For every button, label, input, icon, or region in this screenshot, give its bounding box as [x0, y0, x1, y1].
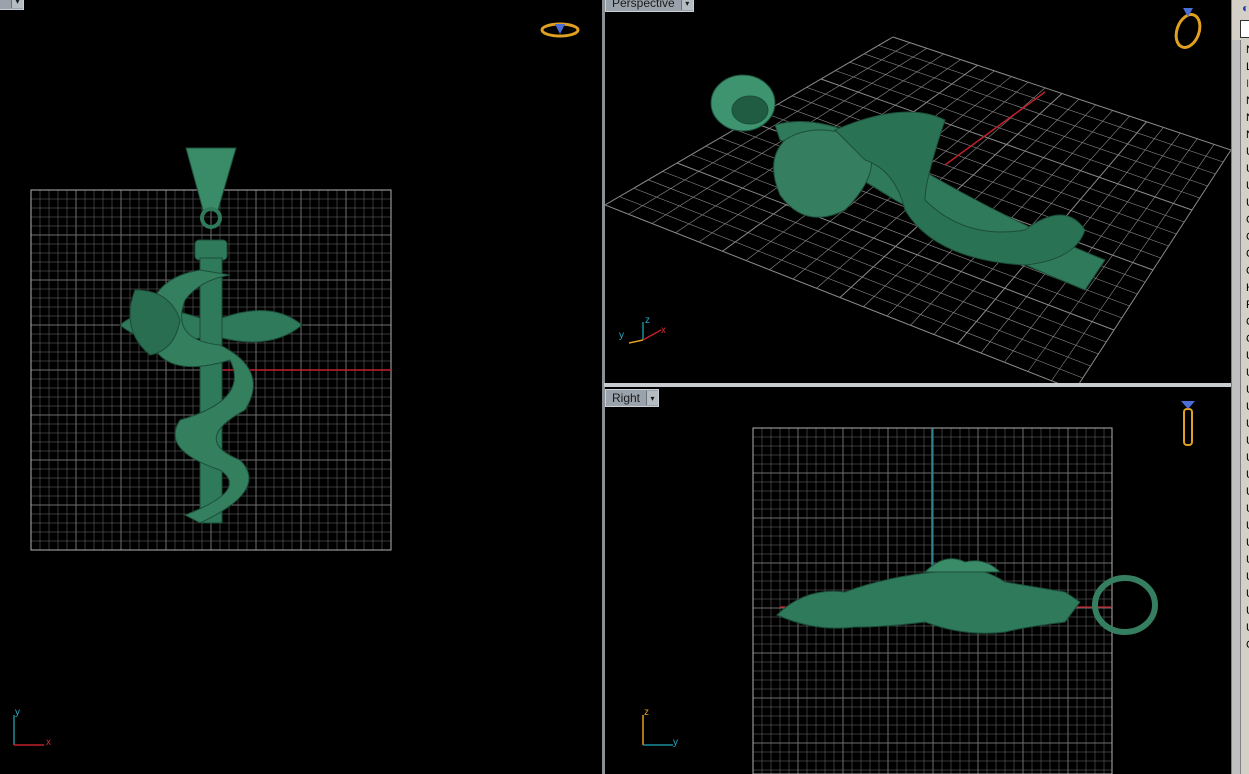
right-axis-y-label: y [673, 737, 678, 748]
top-axis-widget [13, 715, 44, 746]
ring-perspective-icon[interactable] [1171, 4, 1205, 50]
layer-panel[interactable]: ◐ NLINNNUUUUCCCCHFCCUUUUUUUUUUUUUUUUUC [1231, 0, 1249, 774]
panel-app-icon[interactable]: ◐ [1242, 1, 1249, 15]
chevron-down-icon[interactable]: ▾ [680, 0, 693, 10]
viewport-top[interactable]: y x ▾ [0, 0, 602, 774]
ring-side-view-icon[interactable] [1177, 397, 1199, 451]
tab-perspective[interactable]: Perspective ▾ [605, 0, 694, 12]
top-axis-y-label: y [15, 707, 20, 718]
perspective-axis-x-label: x [661, 325, 666, 336]
chevron-down-icon[interactable]: ▾ [11, 0, 23, 8]
chevron-down-icon[interactable]: ▾ [646, 391, 659, 405]
perspective-axis-widget [628, 322, 662, 344]
top-axis-x-label: x [46, 737, 51, 748]
perspective-axis-z-label: z [645, 315, 650, 326]
viewport-right[interactable]: z y Right ▾ [605, 387, 1231, 774]
viewport-perspective[interactable]: z y x Perspective ▾ [605, 0, 1231, 383]
perspective-axis-y-label: y [619, 330, 624, 341]
perspective-tab-label: Perspective [612, 0, 675, 10]
ring-top-view-icon[interactable] [540, 20, 580, 40]
panel-scrollbar[interactable] [1232, 40, 1241, 774]
panel-filter-box[interactable] [1240, 20, 1249, 38]
pendant-model-perspective [710, 74, 1106, 291]
perspective-viewport-canvas[interactable] [605, 0, 1231, 383]
right-tab-label: Right [612, 391, 641, 405]
right-axis-z-label: z [644, 707, 649, 718]
tab-right[interactable]: Right ▾ [605, 389, 660, 407]
pendant-model-right [776, 558, 1158, 635]
tab-top-corner[interactable]: ▾ [0, 0, 24, 10]
